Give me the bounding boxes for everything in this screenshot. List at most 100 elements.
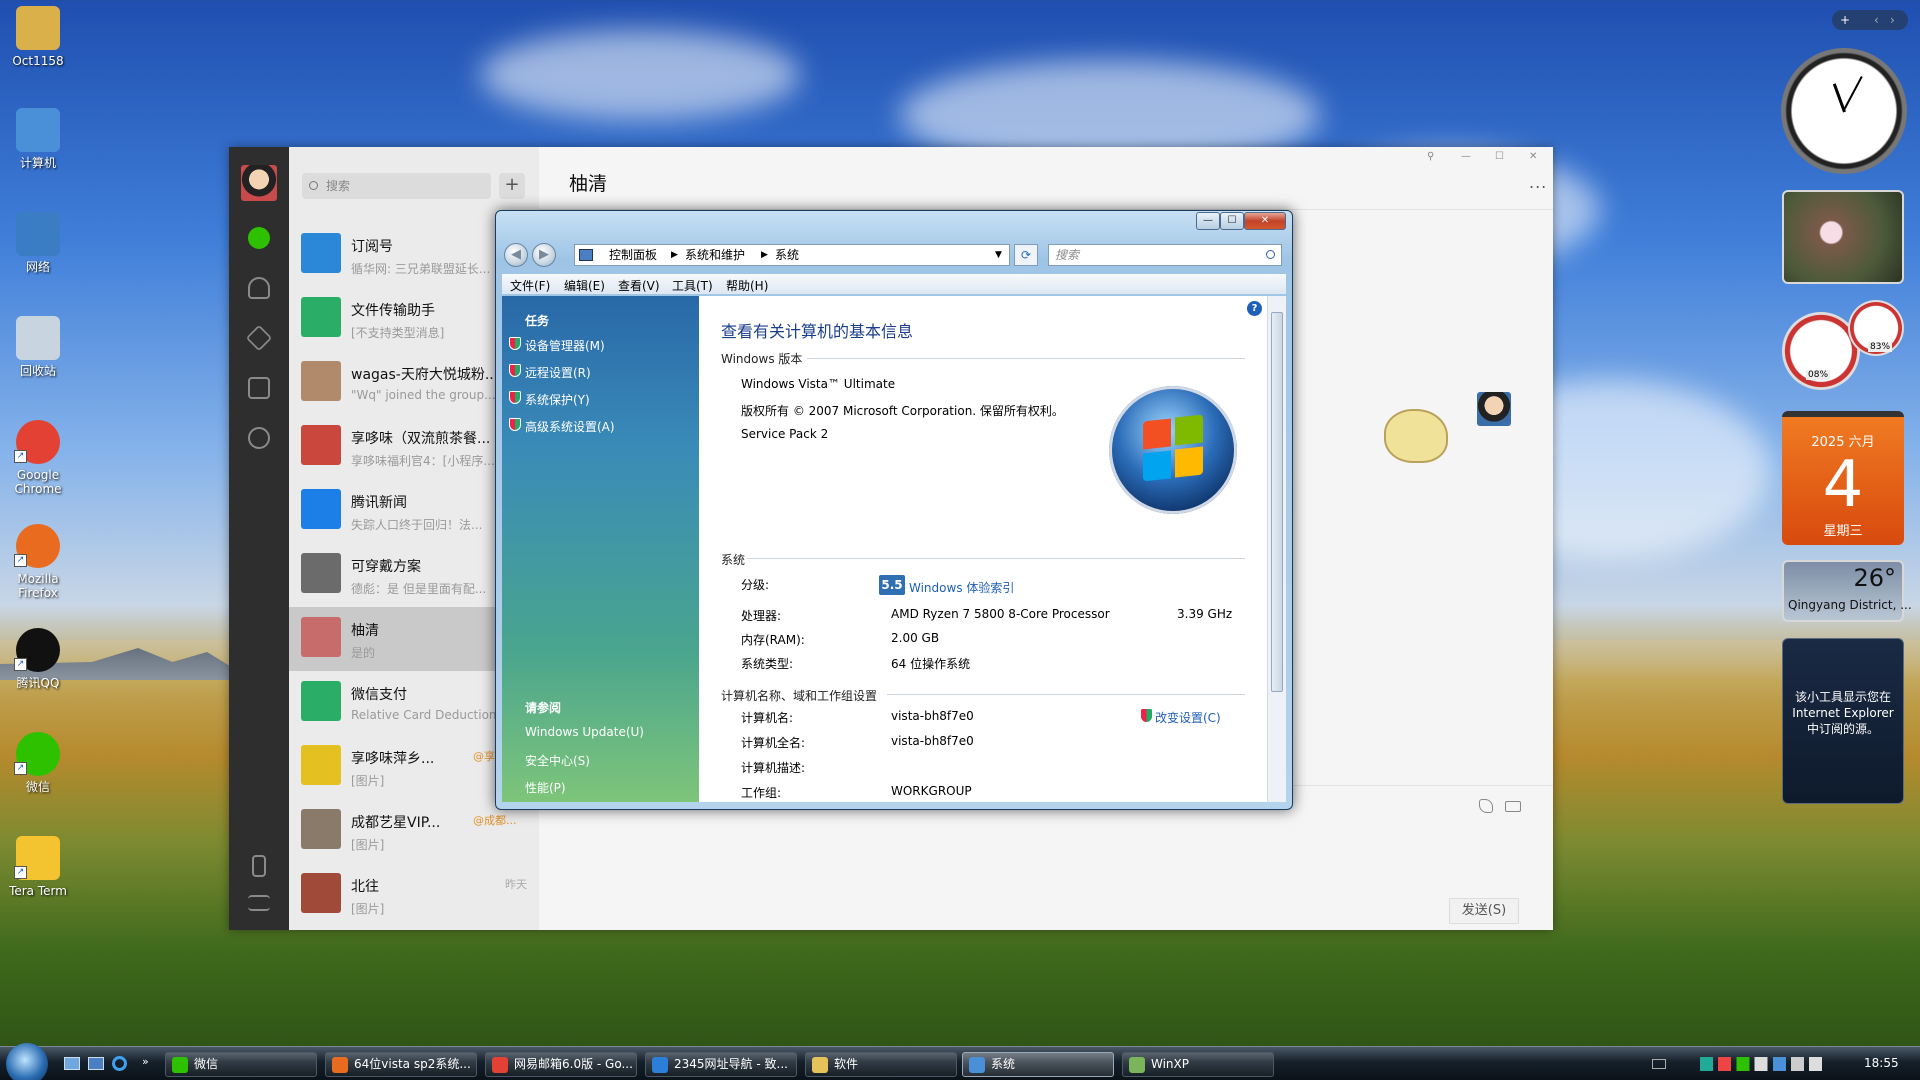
conversation-avatar — [301, 361, 341, 401]
link-security-center[interactable]: 安全中心(S) — [525, 752, 590, 769]
task-system-protection[interactable]: 系统保护(Y) — [525, 391, 590, 408]
add-gadget-button[interactable]: + — [1840, 13, 1850, 27]
voice-call-icon[interactable] — [1479, 799, 1493, 813]
calendar-day: 4 — [1822, 448, 1864, 522]
taskbar-button[interactable]: 微信 — [165, 1052, 317, 1077]
conversation-avatar — [301, 617, 341, 657]
chat-icon[interactable] — [248, 227, 270, 249]
mention-tag: @成都... — [473, 814, 517, 827]
quick-launch-ie-icon[interactable] — [112, 1056, 127, 1071]
menu-icon[interactable] — [248, 895, 270, 911]
description-label: 计算机描述: — [741, 761, 806, 775]
shortcut-arrow-icon: ↗ — [14, 866, 27, 879]
tray-icons[interactable] — [1700, 1057, 1830, 1071]
taskbar-button[interactable]: 系统 — [962, 1052, 1114, 1077]
close-button[interactable]: ✕ — [1244, 212, 1286, 230]
maximize-button[interactable]: ☐ — [1495, 151, 1504, 162]
video-call-icon[interactable] — [1505, 801, 1521, 812]
tray-keyboard-icon[interactable] — [1652, 1059, 1666, 1069]
next-icon[interactable]: › — [1890, 10, 1895, 30]
forward-button[interactable]: ▶ — [532, 243, 556, 267]
desktop-icon-computer[interactable]: 计算机 — [0, 108, 76, 170]
user-avatar[interactable] — [241, 165, 277, 201]
desktop-icon-label: Google Chrome — [14, 468, 62, 496]
help-icon[interactable]: ? — [1247, 301, 1262, 316]
task-pane: 任务 设备管理器(M) 远程设置(R) 系统保护(Y) 高级系统设置(A) 请参… — [502, 296, 699, 802]
taskbar-button[interactable]: 网易邮箱6.0版 - Go... — [485, 1052, 637, 1077]
send-button[interactable]: 发送(S) — [1449, 898, 1519, 924]
desktop-icon-network[interactable]: 网络 — [0, 212, 76, 274]
link-windows-update[interactable]: Windows Update(U) — [525, 725, 644, 739]
experience-index-link[interactable]: Windows 体验索引 — [909, 579, 1014, 596]
back-button[interactable]: ◀ — [504, 243, 528, 267]
dropdown-icon[interactable]: ▼ — [995, 245, 1002, 265]
slideshow-gadget[interactable] — [1782, 190, 1904, 284]
conversation-item[interactable]: 北往 [图片] 昨天 — [289, 863, 539, 927]
menu-view[interactable]: 查看(V) — [618, 277, 660, 294]
menu-file[interactable]: 文件(F) — [510, 277, 550, 294]
weather-temperature: 26° — [1853, 564, 1896, 592]
files-icon[interactable] — [248, 377, 270, 399]
full-name-value: vista-bh8f7e0 — [891, 734, 974, 748]
more-options-button[interactable]: ... — [1529, 173, 1547, 192]
breadcrumb-control-panel[interactable]: 控制面板 — [609, 245, 657, 265]
desktop-icon-folder[interactable]: Oct1158 — [0, 6, 76, 68]
close-button[interactable]: ✕ — [1529, 151, 1537, 162]
scroll-thumb[interactable] — [1271, 312, 1283, 692]
menu-help[interactable]: 帮助(H) — [726, 277, 768, 294]
minimize-button[interactable]: — — [1196, 212, 1220, 230]
menu-tools[interactable]: 工具(T) — [672, 277, 713, 294]
quick-launch-expand-icon[interactable]: » — [142, 1055, 149, 1068]
taskbar-button[interactable]: 64位vista sp2系统... — [325, 1052, 477, 1077]
conversation-name: 柚清 — [351, 623, 379, 639]
add-button[interactable]: + — [499, 173, 525, 199]
taskbar-button-label: 2345网址导航 - 致... — [674, 1057, 788, 1071]
wechat-nav-bar — [229, 147, 289, 930]
desktop-icon-recycle-bin[interactable]: 回收站 — [0, 316, 76, 378]
pin-button[interactable]: ⚲ — [1427, 151, 1434, 162]
conversation-name: 订阅号 — [351, 239, 393, 255]
desktop-icon-chrome[interactable]: ↗ Google Chrome — [0, 420, 76, 496]
taskbar-button[interactable]: WinXP — [1122, 1052, 1274, 1077]
task-advanced-settings[interactable]: 高级系统设置(A) — [525, 418, 615, 435]
desktop-icon-label: 计算机 — [19, 156, 56, 170]
search-field[interactable]: 搜索 — [1048, 244, 1282, 266]
start-button[interactable] — [6, 1043, 48, 1080]
taskbar-button[interactable]: 2345网址导航 - 致... — [645, 1052, 797, 1077]
conversation-avatar — [301, 681, 341, 721]
taskbar-clock[interactable]: 18:55 — [1864, 1056, 1899, 1070]
maximize-button[interactable]: ☐ — [1220, 212, 1244, 230]
breadcrumb-maintenance[interactable]: 系统和维护 — [685, 245, 745, 265]
menu-edit[interactable]: 编辑(E) — [564, 277, 605, 294]
desktop-icon-wechat[interactable]: ↗ 微信 — [0, 732, 76, 794]
desktop-icon-tera-term[interactable]: ↗ Tera Term — [0, 836, 76, 898]
favorites-icon[interactable] — [245, 324, 273, 352]
quick-launch-switch-icon[interactable] — [88, 1057, 104, 1070]
breadcrumb-arrow-icon: ▶ — [761, 250, 768, 260]
conversation-preview: [图片] — [351, 838, 385, 852]
service-pack: Service Pack 2 — [741, 427, 829, 441]
prev-icon[interactable]: ‹ — [1874, 10, 1879, 30]
conversation-name: 微信支付 — [351, 687, 407, 703]
task-device-manager[interactable]: 设备管理器(M) — [525, 337, 605, 354]
breadcrumb-arrow-icon: ▶ — [671, 250, 678, 260]
taskbar-button[interactable]: 软件 — [805, 1052, 957, 1077]
conversation-avatar — [301, 297, 341, 337]
link-performance[interactable]: 性能(P) — [525, 779, 566, 796]
phone-icon[interactable] — [252, 855, 266, 877]
desktop-icon-label: 网络 — [25, 260, 50, 274]
desktop-icon-qq[interactable]: ↗ 腾讯QQ — [0, 628, 76, 690]
minimize-button[interactable]: — — [1461, 151, 1471, 162]
task-remote-settings[interactable]: 远程设置(R) — [525, 364, 591, 381]
refresh-button[interactable]: ⟳ — [1014, 244, 1038, 266]
contacts-icon[interactable] — [248, 277, 270, 299]
vertical-scrollbar[interactable] — [1267, 296, 1286, 802]
desktop-icon-firefox[interactable]: ↗ Mozilla Firefox — [0, 524, 76, 600]
quick-launch-desktop-icon[interactable] — [64, 1057, 80, 1070]
address-bar[interactable]: 控制面板 ▶ 系统和维护 ▶ 系统 ▼ — [574, 244, 1010, 266]
change-settings-link[interactable]: 改变设置(C) — [1155, 709, 1221, 726]
system-type-value: 64 位操作系统 — [891, 657, 971, 671]
breadcrumb-system[interactable]: 系统 — [775, 245, 799, 265]
moments-icon[interactable] — [248, 427, 270, 449]
search-input[interactable]: 搜索 — [302, 173, 491, 199]
